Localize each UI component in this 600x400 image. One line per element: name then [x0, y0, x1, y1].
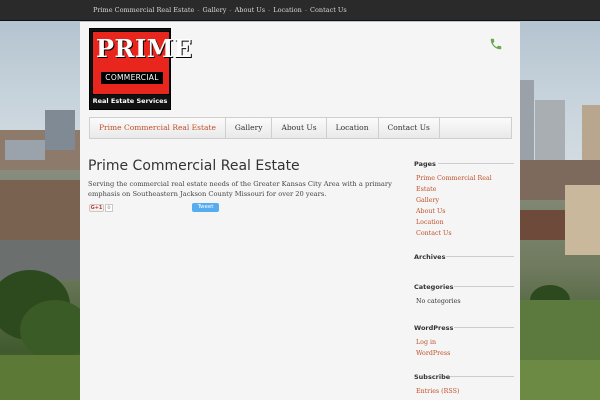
archives-widget-title: Archives — [414, 253, 514, 261]
logo-services-text: Real Estate Services — [92, 97, 168, 105]
top-nav-separator: - — [268, 6, 271, 14]
nav-item-contact[interactable]: Contact Us — [379, 118, 440, 138]
top-nav-separator: - — [229, 6, 232, 14]
entries-rss-link[interactable]: Entries (RSS) — [416, 386, 514, 397]
top-nav-separator: - — [197, 6, 200, 14]
top-nav-home[interactable]: Prime Commercial Real Estate — [93, 6, 194, 14]
page-title: Prime Commercial Real Estate — [88, 158, 300, 174]
subscribe-widget-title: Subscribe — [414, 373, 514, 381]
nav-item-home[interactable]: Prime Commercial Real Estate — [90, 118, 226, 138]
pages-link-contact[interactable]: Contact Us — [416, 228, 514, 239]
wordpress-list: Log in WordPress — [416, 337, 514, 359]
nav-item-gallery[interactable]: Gallery — [226, 118, 273, 138]
title-rule — [438, 163, 514, 164]
top-nav: Prime Commercial Real Estate - Gallery -… — [93, 6, 347, 14]
pages-widget-title: Pages — [414, 160, 514, 168]
logo-red-panel: PRIME COMMERCIAL — [92, 31, 192, 95]
main-navigation: Prime Commercial Real Estate Gallery Abo… — [89, 117, 512, 139]
categories-list: No categories — [416, 296, 514, 307]
nav-item-location[interactable]: Location — [327, 118, 379, 138]
top-nav-location[interactable]: Location — [273, 6, 302, 14]
logo-prime-text: PRIME — [96, 34, 193, 63]
login-link[interactable]: Log in — [416, 337, 514, 348]
sidebar: Pages Prime Commercial Real Estate Galle… — [414, 160, 514, 397]
widget-title-text: Categories — [414, 283, 454, 291]
title-rule — [454, 286, 514, 287]
top-nav-contact[interactable]: Contact Us — [310, 6, 347, 14]
intro-text: Serving the commercial real estate needs… — [88, 180, 392, 198]
pages-link-about[interactable]: About Us — [416, 206, 514, 217]
categories-empty: No categories — [416, 298, 461, 305]
title-rule — [454, 327, 514, 328]
google-plus-button[interactable]: G+1 — [89, 204, 104, 212]
google-plus-count: 0 — [105, 204, 113, 212]
widget-title-text: Subscribe — [414, 373, 451, 381]
site-logo[interactable]: PRIME COMMERCIAL Real Estate Services — [89, 28, 192, 110]
pages-link-home[interactable]: Prime Commercial Real Estate — [416, 173, 514, 195]
pages-link-gallery[interactable]: Gallery — [416, 195, 514, 206]
pages-list: Prime Commercial Real Estate Gallery Abo… — [416, 173, 514, 239]
nav-item-about[interactable]: About Us — [272, 118, 327, 138]
title-rule — [446, 256, 514, 257]
widget-title-text: Pages — [414, 160, 436, 168]
top-nav-separator: - — [304, 6, 308, 14]
top-bar: Prime Commercial Real Estate - Gallery -… — [0, 0, 600, 21]
top-nav-about[interactable]: About Us — [235, 6, 265, 14]
top-nav-gallery[interactable]: Gallery — [203, 6, 227, 14]
widget-title-text: WordPress — [414, 324, 454, 332]
logo-commercial-text: COMMERCIAL — [101, 72, 163, 84]
tweet-button[interactable]: Tweet — [192, 203, 219, 212]
wordpress-widget-title: WordPress — [414, 324, 514, 332]
subscribe-list: Entries (RSS) — [416, 386, 514, 397]
pages-link-location[interactable]: Location — [416, 217, 514, 228]
wordpress-link[interactable]: WordPress — [416, 348, 514, 359]
phone-icon[interactable] — [489, 37, 503, 51]
page-container: PRIME COMMERCIAL Real Estate Services Pr… — [80, 22, 520, 400]
widget-title-text: Archives — [414, 253, 446, 261]
categories-widget-title: Categories — [414, 283, 514, 291]
title-rule — [450, 376, 514, 377]
